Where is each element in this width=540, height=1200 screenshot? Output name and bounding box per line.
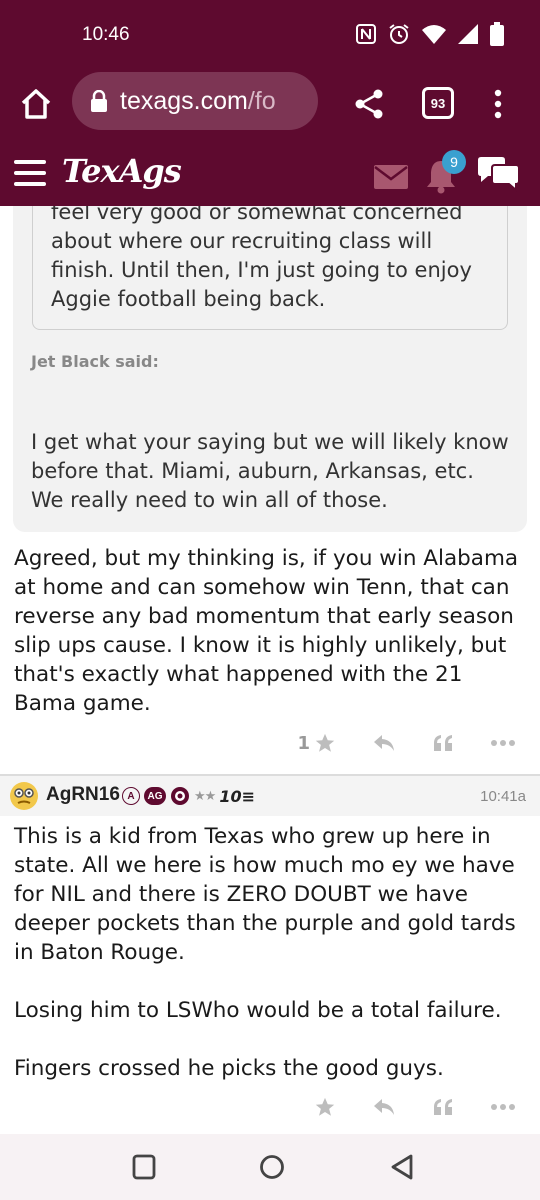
wifi-icon xyxy=(422,25,446,44)
signal-icon xyxy=(458,24,478,44)
alarm-icon xyxy=(389,24,409,44)
status-icons xyxy=(356,22,504,46)
mascot-badge-icon xyxy=(171,787,189,805)
reply-icon[interactable] xyxy=(372,733,396,753)
back-icon[interactable] xyxy=(390,1154,414,1180)
thread-content: feel very good or somewhat concerned abo… xyxy=(0,206,540,1134)
star-button[interactable]: 1 xyxy=(297,732,336,754)
nfc-icon xyxy=(356,24,376,44)
status-time: 10:46 xyxy=(82,24,130,45)
post-body: Agreed, but my thinking is, if you win A… xyxy=(14,546,519,716)
site-header: TexAgs xyxy=(0,140,540,206)
badge-ag: AG xyxy=(144,787,166,805)
quote-icon[interactable] xyxy=(432,1097,454,1117)
user-badges: A AG ★★ 10≡ xyxy=(122,786,255,806)
url-field[interactable]: texags.com/fo xyxy=(72,72,318,130)
star-icon xyxy=(315,733,335,752)
nested-quote-text: feel very good or somewhat concerned abo… xyxy=(51,206,472,311)
overflow-menu-icon[interactable] xyxy=(484,86,512,122)
star-count: 1 xyxy=(297,732,310,754)
quote-block: feel very good or somewhat concerned abo… xyxy=(13,206,527,532)
url-path: /fo xyxy=(247,86,276,115)
badge-a: A xyxy=(122,787,140,805)
post-timestamp: 10:41a xyxy=(480,788,526,805)
home-icon[interactable] xyxy=(18,86,54,122)
status-bar: 10:46 xyxy=(0,0,540,70)
user-stars: ★★ xyxy=(194,788,216,804)
system-nav-bar xyxy=(0,1134,540,1200)
hamburger-menu-icon[interactable] xyxy=(14,160,46,186)
post-body: This is a kid from Texas who grew up her… xyxy=(14,822,528,1083)
site-logo[interactable]: TexAgs xyxy=(62,152,182,190)
nested-quote: feel very good or somewhat concerned abo… xyxy=(32,206,508,330)
post-header: AgRN16 A AG ★★ 10≡ 10:41a xyxy=(0,776,540,816)
post-paragraph: Losing him to LSWho would be a total fai… xyxy=(14,998,502,1023)
battery-icon xyxy=(490,22,504,46)
reply-icon[interactable] xyxy=(372,1097,396,1117)
post-paragraph: This is a kid from Texas who grew up her… xyxy=(14,824,516,965)
avatar[interactable] xyxy=(8,780,40,812)
rank-badge: 10≡ xyxy=(219,786,255,806)
quote-attribution[interactable]: Jet Black said: xyxy=(31,352,159,371)
more-icon[interactable] xyxy=(490,1103,516,1111)
post-actions: 1 xyxy=(297,732,516,754)
star-icon[interactable] xyxy=(314,1096,336,1118)
lock-icon xyxy=(91,90,107,112)
quote-icon[interactable] xyxy=(432,733,454,753)
tab-switcher-button[interactable]: 93 xyxy=(422,87,454,119)
share-icon[interactable] xyxy=(352,86,388,122)
notification-badge: 9 xyxy=(442,150,466,174)
browser-toolbar: texags.com/fo 93 xyxy=(0,70,540,140)
recents-icon[interactable] xyxy=(132,1154,156,1180)
url-host: texags.com xyxy=(120,86,248,115)
post-actions xyxy=(314,1096,516,1118)
post-paragraph: Fingers crossed he picks the good guys. xyxy=(14,1056,444,1081)
mail-icon[interactable] xyxy=(374,165,408,189)
home-circle-icon[interactable] xyxy=(259,1154,285,1180)
chat-icon[interactable] xyxy=(476,156,522,192)
quote-text: I get what your saying but we will likel… xyxy=(31,430,509,512)
username[interactable]: AgRN16 xyxy=(46,784,120,806)
more-icon[interactable] xyxy=(490,739,516,747)
